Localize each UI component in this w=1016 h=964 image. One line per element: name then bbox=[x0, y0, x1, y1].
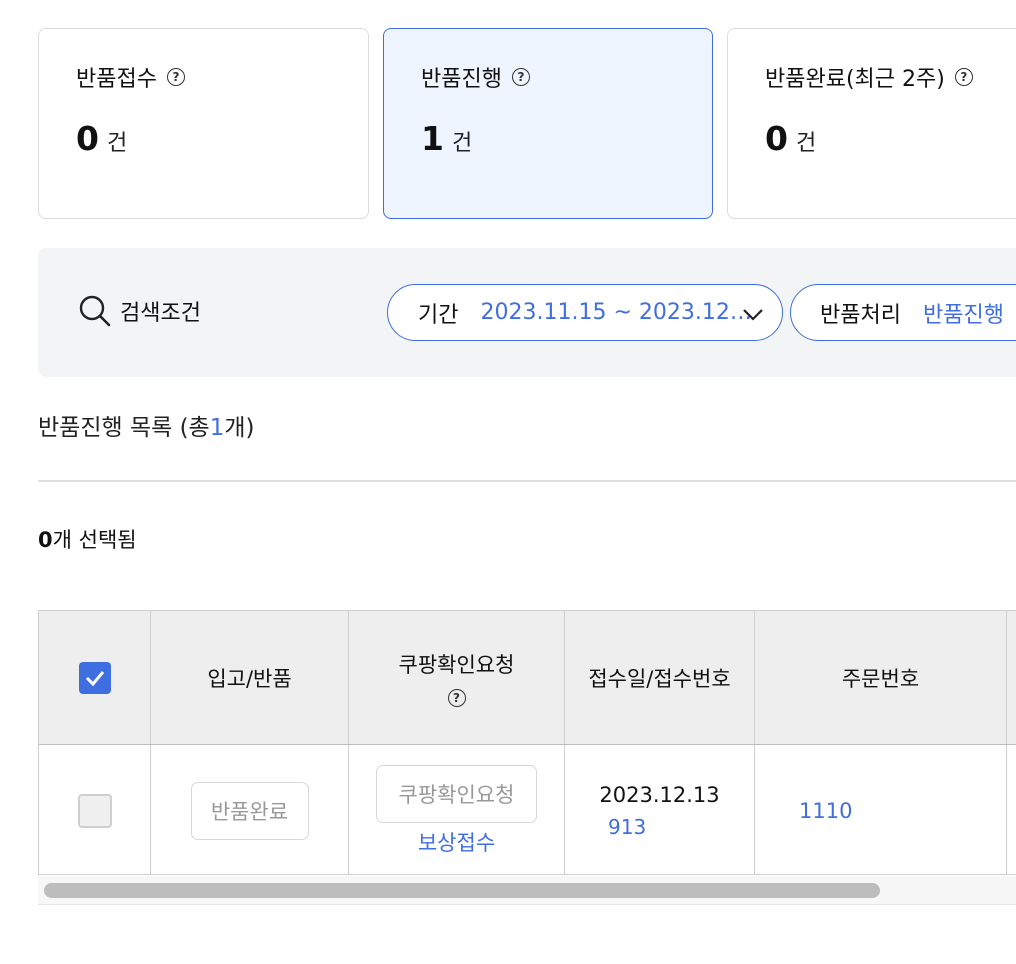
receipt-number-link[interactable]: 913 bbox=[608, 815, 646, 839]
header-label: 접수일/접수번호 bbox=[588, 666, 731, 691]
table-row: 반품완료 쿠팡확인요청 보상접수 2023.12.13 913 1110 bbox=[39, 745, 1016, 874]
chevron-down-icon bbox=[742, 303, 764, 328]
order-number-link[interactable]: 1110 bbox=[799, 799, 852, 823]
card-count: 0 bbox=[76, 119, 99, 158]
period-filter-value: 2023.11.15 ~ 2023.12… bbox=[480, 300, 752, 325]
coupang-confirm-request-button[interactable]: 쿠팡확인요청 bbox=[376, 764, 537, 823]
header-coupang-confirm: 쿠팡확인요청 ? bbox=[349, 611, 565, 744]
card-unit: 건 bbox=[106, 131, 128, 156]
returns-table: 입고/반품 쿠팡확인요청 ? 접수일/접수번호 주문번호 반품완료 쿠팡확인요청… bbox=[38, 610, 1016, 875]
row-receipt-cell: 2023.12.13 913 bbox=[565, 745, 755, 874]
selected-count-text: 개 선택됨 bbox=[52, 528, 137, 552]
header-label: 주문번호 bbox=[841, 666, 920, 691]
return-complete-button[interactable]: 반품완료 bbox=[190, 781, 309, 840]
header-select-all-cell bbox=[39, 611, 151, 744]
header-cell-cut bbox=[1007, 611, 1016, 744]
row-coupang-confirm-cell: 쿠팡확인요청 보상접수 bbox=[349, 745, 565, 874]
card-count: 1 bbox=[421, 119, 444, 158]
card-count: 0 bbox=[765, 119, 788, 158]
return-status-filter-dropdown[interactable]: 반품처리 반품진행 bbox=[790, 284, 1016, 341]
return-status-filter-label: 반품처리 bbox=[820, 302, 901, 328]
compensation-link[interactable]: 보상접수 bbox=[418, 827, 495, 857]
select-all-checkbox[interactable] bbox=[78, 661, 111, 694]
search-conditions-label: 검색조건 bbox=[120, 301, 201, 326]
receipt-date: 2023.12.13 bbox=[599, 782, 720, 807]
search-conditions-bar: 검색조건 기간 2023.11.15 ~ 2023.12… 반품처리 반품진행 bbox=[38, 248, 1016, 377]
row-select-cell bbox=[39, 745, 151, 874]
row-order-cell: 1110 bbox=[755, 745, 1007, 874]
header-order-number: 주문번호 bbox=[755, 611, 1007, 744]
check-icon bbox=[85, 670, 104, 686]
list-title-prefix: 반품진행 목록 (총 bbox=[38, 415, 210, 441]
summary-card-received[interactable]: 반품접수 ? 0 건 bbox=[38, 28, 369, 219]
card-title: 반품접수 bbox=[76, 67, 157, 92]
summary-card-in-progress[interactable]: 반품진행 ? 1 건 bbox=[383, 28, 713, 219]
help-icon[interactable]: ? bbox=[954, 68, 973, 86]
divider bbox=[38, 480, 1016, 482]
list-title: 반품진행 목록 (총1개) bbox=[38, 408, 255, 442]
header-label: 입고/반품 bbox=[207, 666, 292, 691]
summary-card-completed[interactable]: 반품완료(최근 2주) ? 0 건 bbox=[727, 28, 1016, 219]
header-label: 쿠팡확인요청 bbox=[398, 652, 515, 677]
return-status-filter-value: 반품진행 bbox=[922, 302, 1004, 328]
row-checkbox[interactable] bbox=[77, 793, 112, 828]
selected-count: 0개 선택됨 bbox=[38, 524, 137, 554]
row-inbound-return-cell: 반품완료 bbox=[151, 745, 349, 874]
table-header-row: 입고/반품 쿠팡확인요청 ? 접수일/접수번호 주문번호 bbox=[39, 611, 1016, 745]
card-title: 반품완료(최근 2주) bbox=[765, 67, 945, 92]
card-unit: 건 bbox=[451, 131, 473, 156]
scrollbar-thumb[interactable] bbox=[44, 883, 880, 898]
header-inbound-return: 입고/반품 bbox=[151, 611, 349, 744]
help-icon[interactable]: ? bbox=[166, 68, 185, 86]
period-filter-dropdown[interactable]: 기간 2023.11.15 ~ 2023.12… bbox=[387, 284, 783, 341]
row-cell-cut bbox=[1007, 745, 1016, 874]
horizontal-scrollbar[interactable] bbox=[38, 876, 1016, 905]
help-icon[interactable]: ? bbox=[511, 68, 530, 86]
period-filter-label: 기간 bbox=[418, 302, 459, 328]
card-unit: 건 bbox=[795, 131, 817, 156]
search-icon bbox=[78, 294, 112, 328]
header-receipt-date: 접수일/접수번호 bbox=[565, 611, 755, 744]
list-title-suffix: 개) bbox=[224, 415, 255, 441]
list-total-count: 1 bbox=[209, 415, 225, 441]
card-title: 반품진행 bbox=[421, 67, 502, 92]
help-icon[interactable]: ? bbox=[447, 688, 466, 707]
selected-count-number: 0 bbox=[38, 528, 53, 552]
